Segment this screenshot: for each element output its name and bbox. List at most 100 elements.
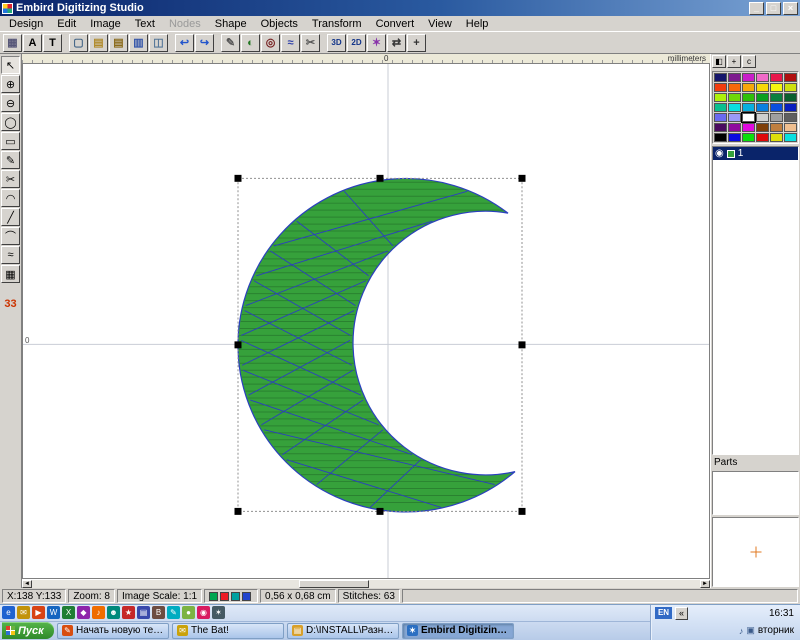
ql-bat-icon[interactable]: B (152, 606, 165, 619)
palette-color-5[interactable] (784, 73, 797, 82)
palette-color-12[interactable] (714, 93, 727, 102)
knife-tool[interactable]: ✂ (1, 170, 20, 188)
fill-mode-button[interactable]: ◐ (241, 34, 260, 52)
task-embird[interactable]: ✶Embird Digitizing Stud... (402, 623, 514, 639)
object-row-selected[interactable]: ◉ 1 (713, 147, 798, 160)
menu-image[interactable]: Image (83, 17, 128, 31)
scroll-right-button[interactable]: ► (700, 580, 710, 588)
tray-volume-icon[interactable]: ♪ (739, 626, 744, 636)
palette-color-15[interactable] (756, 93, 769, 102)
select-tool[interactable]: ↖ (1, 56, 20, 74)
palette-color-36[interactable] (714, 133, 727, 142)
menu-shape[interactable]: Shape (208, 17, 254, 31)
menu-text[interactable]: Text (128, 17, 162, 31)
palette-color-4[interactable] (770, 73, 783, 82)
tray-app-icon[interactable]: ▣ (746, 625, 755, 636)
palette-color-21[interactable] (756, 103, 769, 112)
selection-handle[interactable] (519, 175, 526, 182)
menu-objects[interactable]: Objects (254, 17, 305, 31)
palette-color-32[interactable] (742, 123, 755, 132)
ql-embird-icon[interactable]: ✶ (212, 606, 225, 619)
magic-wand-button[interactable]: ✶ (367, 34, 386, 52)
palette-color-8[interactable] (742, 83, 755, 92)
new-button[interactable]: ▢ (69, 34, 88, 52)
ql-photo-icon[interactable]: ◆ (77, 606, 90, 619)
palette-color-17[interactable] (784, 93, 797, 102)
palette-color-9[interactable] (756, 83, 769, 92)
scroll-track[interactable] (32, 580, 700, 588)
view-2d-button[interactable]: 2D (347, 34, 366, 52)
palette-color-38[interactable] (742, 133, 755, 142)
scroll-thumb[interactable] (299, 580, 369, 588)
palette-color-19[interactable] (728, 103, 741, 112)
palette-color-14[interactable] (742, 93, 755, 102)
crescent-shape[interactable] (238, 178, 515, 511)
selection-handle[interactable] (235, 508, 242, 515)
palette-color-24[interactable] (714, 113, 727, 122)
palette-color-3[interactable] (756, 73, 769, 82)
menu-view[interactable]: View (421, 17, 459, 31)
palette-color-25[interactable] (728, 113, 741, 122)
text-a-button[interactable]: A (23, 34, 42, 52)
freehand-button[interactable]: ✎ (221, 34, 240, 52)
minimize-button[interactable]: _ (749, 2, 764, 15)
outline-mode-button[interactable]: ◎ (261, 34, 280, 52)
selection-handle[interactable] (235, 175, 242, 182)
save-button[interactable]: ▥ (129, 34, 148, 52)
palette-color-20[interactable] (742, 103, 755, 112)
stitch-wave-button[interactable]: ≈ (281, 34, 300, 52)
menu-edit[interactable]: Edit (50, 17, 83, 31)
palette-color-10[interactable] (770, 83, 783, 92)
rectangle-tool[interactable]: ▭ (1, 132, 20, 150)
palette-color-27[interactable] (756, 113, 769, 122)
palette-color-6[interactable] (714, 83, 727, 92)
zoom-out-tool[interactable]: ⊖ (1, 94, 20, 112)
text-t-button[interactable]: T (43, 34, 62, 52)
palette-color-29[interactable] (784, 113, 797, 122)
object-list[interactable]: ◉ 1 (712, 146, 799, 455)
zoom-in-tool[interactable]: ⊕ (1, 75, 20, 93)
trim-button[interactable]: ✂ (301, 34, 320, 52)
ql-tools-icon[interactable]: ★ (122, 606, 135, 619)
palette-color-31[interactable] (728, 123, 741, 132)
ql-word-icon[interactable]: W (47, 606, 60, 619)
palette-color-34[interactable] (770, 123, 783, 132)
ql-media-icon[interactable]: ▶ (32, 606, 45, 619)
visibility-eye-icon[interactable]: ◉ (715, 148, 724, 159)
selection-handle[interactable] (377, 508, 384, 515)
palette-color-26[interactable] (742, 113, 755, 122)
palette-color-16[interactable] (770, 93, 783, 102)
palette-color-13[interactable] (728, 93, 741, 102)
palette-color-11[interactable] (784, 83, 797, 92)
palette-color-28[interactable] (770, 113, 783, 122)
selection-handle[interactable] (377, 175, 384, 182)
task-folder[interactable]: ▤D:\INSTALL\Разное\Embird (287, 623, 399, 639)
palette-color-18[interactable] (714, 103, 727, 112)
palette-color-40[interactable] (770, 133, 783, 142)
tray-chevron-button[interactable]: « (675, 607, 688, 620)
grid-button[interactable]: ▦ (3, 34, 22, 52)
palette-config-button[interactable]: c (742, 55, 756, 68)
palette-color-35[interactable] (784, 123, 797, 132)
palette-color-1[interactable] (728, 73, 741, 82)
ql-excel-icon[interactable]: X (62, 606, 75, 619)
ql-globe-icon[interactable]: ● (182, 606, 195, 619)
palette-color-37[interactable] (728, 133, 741, 142)
curve-tool[interactable]: ⌒ (1, 227, 20, 245)
palette-color-0[interactable] (714, 73, 727, 82)
menu-transform[interactable]: Transform (305, 17, 369, 31)
arc-tool[interactable]: ◠ (1, 189, 20, 207)
view-3d-button[interactable]: 3D (327, 34, 346, 52)
undo-button[interactable]: ↩ (175, 34, 194, 52)
palette-add-button[interactable]: + (727, 55, 741, 68)
palette-color-23[interactable] (784, 103, 797, 112)
menu-design[interactable]: Design (2, 17, 50, 31)
ql-music-icon[interactable]: ♪ (92, 606, 105, 619)
design-canvas[interactable]: 0 (22, 64, 710, 579)
palette-color-33[interactable] (756, 123, 769, 132)
ql-browser-icon[interactable]: e (2, 606, 15, 619)
close-button[interactable]: × (783, 2, 798, 15)
export-button[interactable]: ◫ (149, 34, 168, 52)
task-thebat[interactable]: ✉The Bat! (172, 623, 284, 639)
scroll-left-button[interactable]: ◄ (22, 580, 32, 588)
